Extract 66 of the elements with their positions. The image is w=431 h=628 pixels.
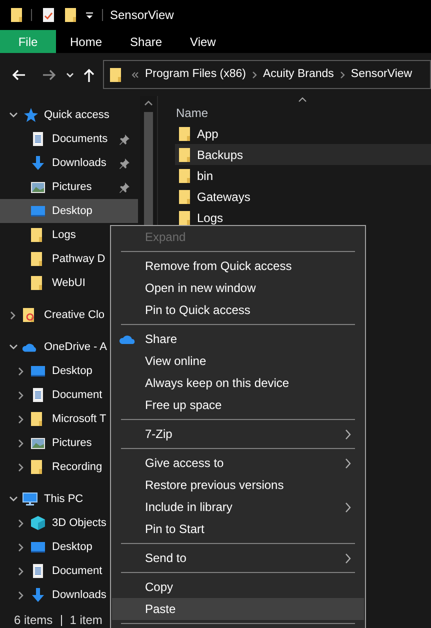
chevron-right-icon[interactable]	[18, 390, 24, 400]
file-row[interactable]: bin	[175, 165, 431, 186]
chevron-right-icon[interactable]	[18, 542, 24, 552]
tree-item[interactable]: Pictures	[0, 175, 138, 199]
file-row[interactable]: Logs	[175, 207, 431, 228]
chevron-right-icon	[252, 70, 257, 78]
picture-icon	[30, 435, 46, 451]
document-icon	[30, 131, 46, 147]
sort-caret-icon	[298, 97, 307, 102]
selection-count: 1 item	[70, 612, 102, 628]
download-arrow-icon	[30, 155, 46, 171]
tree-item[interactable]: Quick access	[0, 103, 138, 127]
file-row[interactable]: Backups	[175, 144, 431, 165]
ribbon-tab[interactable]: Home	[56, 30, 116, 53]
checklist-icon	[42, 7, 55, 23]
folder-icon	[178, 188, 191, 204]
chevron-right-icon	[340, 70, 345, 78]
folder-icon	[109, 66, 122, 82]
ribbon-tab[interactable]: Share	[116, 30, 176, 53]
chevron-right-icon[interactable]	[18, 590, 24, 600]
folder-icon	[10, 7, 23, 23]
folder-icon	[178, 126, 191, 142]
document-icon	[30, 563, 46, 579]
tree-item[interactable]: Documents	[0, 127, 138, 151]
desktop-icon	[30, 363, 46, 379]
star-icon	[22, 107, 38, 123]
picture-icon	[30, 179, 46, 195]
chevron-right-icon[interactable]	[18, 462, 24, 472]
chevron-down-icon[interactable]	[66, 72, 74, 78]
tree-item[interactable]: Desktop	[0, 199, 138, 223]
chevron-right-icon[interactable]	[18, 566, 24, 576]
chevron-right-icon[interactable]	[18, 438, 24, 448]
file-row[interactable]: Gateways	[175, 186, 431, 207]
breadcrumb[interactable]: Acuity Brands	[262, 66, 334, 84]
column-header[interactable]: Name	[176, 106, 208, 120]
ribbon-tab[interactable]: View	[176, 30, 230, 53]
chevron-down-icon[interactable]	[8, 496, 18, 502]
breadcrumb[interactable]: SensorView	[350, 66, 412, 84]
chevron-right-icon[interactable]	[18, 366, 24, 376]
desktop-icon	[30, 539, 46, 555]
file-row[interactable]: App	[175, 123, 431, 144]
cube-icon	[30, 515, 46, 531]
menu-item[interactable]: Paste	[112, 598, 364, 620]
download-arrow-icon	[30, 587, 46, 603]
item-count: 6 items	[14, 612, 53, 628]
tree-item[interactable]: Downloads	[0, 151, 138, 175]
up-arrow-icon[interactable]	[81, 66, 97, 82]
chevron-right-icon[interactable]	[10, 310, 16, 320]
cloud-icon	[119, 333, 136, 345]
chevron-down-icon[interactable]	[8, 344, 18, 350]
chevron-right-icon[interactable]	[18, 518, 24, 528]
dropdown-icon[interactable]	[85, 10, 94, 20]
chevron-right-icon[interactable]	[18, 414, 24, 424]
scroll-up-icon[interactable]	[144, 100, 153, 106]
folder-icon	[178, 168, 191, 184]
folder-icon	[64, 7, 77, 23]
breadcrumb[interactable]: Program Files (x86)	[145, 66, 246, 84]
double-chevron-icon	[131, 70, 139, 78]
chevron-down-icon[interactable]	[8, 112, 18, 118]
computer-icon	[22, 491, 38, 507]
folder-icon	[178, 146, 191, 162]
document-icon	[30, 387, 46, 403]
window-title: SensorView	[110, 7, 174, 24]
address-bar[interactable]: Program Files (x86) Acuity Brands SensorView	[103, 60, 431, 89]
folder-icon	[178, 210, 191, 226]
desktop-icon	[30, 203, 46, 219]
